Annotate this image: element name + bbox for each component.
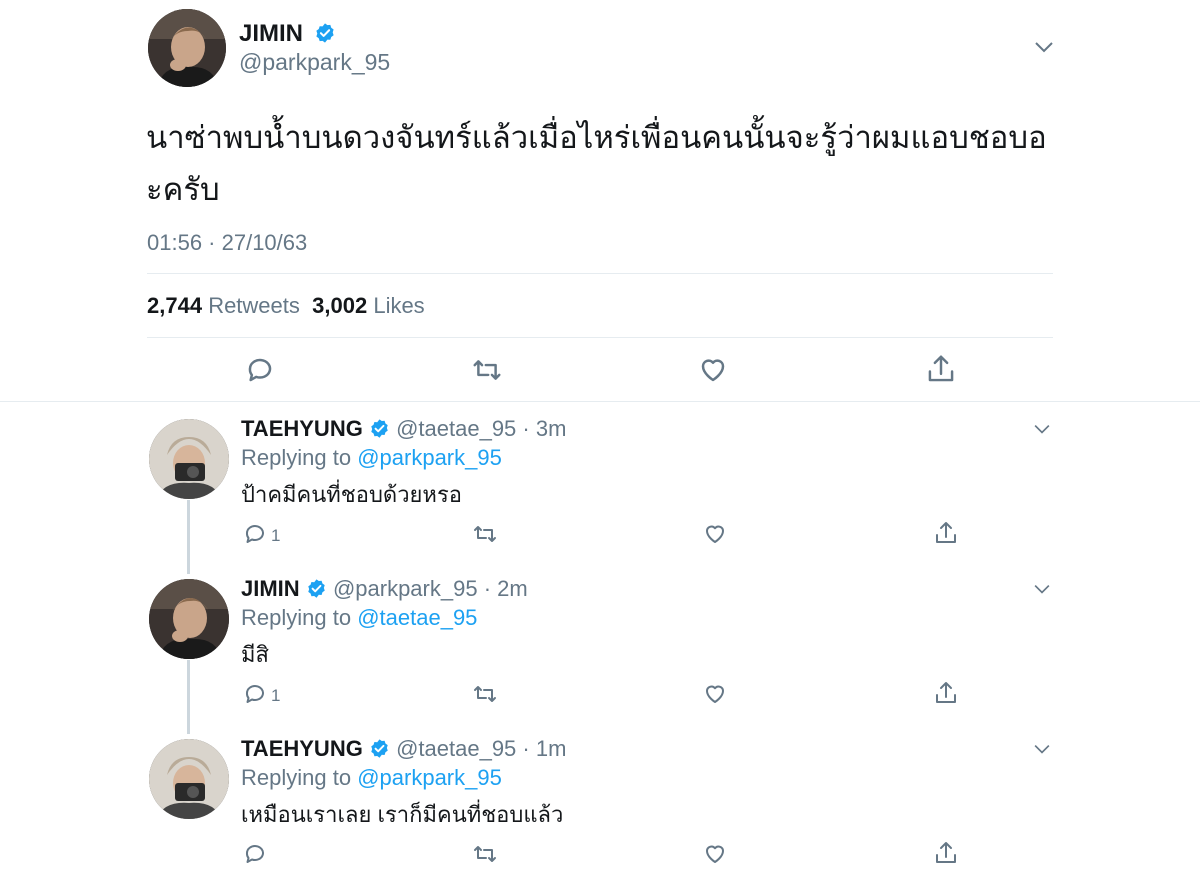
reply-icon [245, 685, 264, 703]
reply-icon [245, 525, 264, 543]
reply-icon [248, 358, 272, 382]
like-button[interactable] [703, 522, 727, 546]
like-icon [701, 359, 725, 382]
timestamp[interactable]: 01:56 · 27/10/63 [147, 228, 307, 258]
divider [147, 337, 1053, 338]
like-button[interactable] [703, 682, 727, 706]
display-name-text[interactable]: JIMIN [239, 20, 303, 47]
avatar[interactable] [149, 579, 229, 659]
avatar[interactable] [149, 739, 229, 819]
retweet-button[interactable] [472, 842, 498, 866]
handle[interactable]: @parkpark_95 [333, 576, 478, 601]
display-name[interactable]: TAEHYUNG [241, 416, 363, 441]
reply-button[interactable] [245, 355, 275, 385]
share-button[interactable] [926, 353, 956, 385]
reply-text: เหมือนเราเลย เราก็มีคนที่ชอบแล้ว [241, 802, 564, 827]
handle[interactable]: @parkpark_95 [239, 48, 390, 76]
share-button[interactable] [934, 840, 958, 866]
replying-to-link[interactable]: @parkpark_95 [357, 765, 502, 790]
tweet-stats: 2,744 Retweets 3,002 Likes [147, 291, 425, 321]
handle[interactable]: @taetae_95 [396, 736, 516, 761]
retweets-stat[interactable]: 2,744 Retweets [147, 293, 300, 318]
reply-button[interactable] [243, 842, 267, 866]
thread-line [187, 660, 190, 734]
reply-time[interactable]: 3m [536, 416, 567, 441]
like-button[interactable] [698, 355, 728, 385]
reply-button[interactable]: 1 [243, 522, 280, 546]
reply-icon [245, 845, 264, 863]
retweet-button[interactable] [471, 355, 503, 385]
chevron-down-icon[interactable] [1032, 583, 1052, 595]
like-button[interactable] [703, 842, 727, 866]
reply-header: TAEHYUNG @taetae_95 · 1m [241, 735, 566, 763]
likes-stat[interactable]: 3,002 Likes [312, 293, 425, 318]
replying-label: Replying to [241, 765, 352, 790]
reply-button[interactable]: 1 [243, 682, 280, 706]
display-name[interactable]: JIMIN [239, 20, 336, 48]
retweet-button[interactable] [472, 522, 498, 546]
share-icon [936, 682, 956, 703]
retweet-icon [474, 526, 496, 542]
share-button[interactable] [934, 680, 958, 706]
display-name[interactable]: JIMIN [241, 576, 300, 601]
reply-count: 1 [271, 686, 281, 705]
reply-text: มีสิ [241, 642, 269, 667]
avatar-photo [149, 739, 229, 819]
verified-badge-icon [316, 23, 334, 43]
reply-count: 1 [271, 526, 281, 545]
reply-header: TAEHYUNG @taetae_95 · 3m [241, 415, 566, 443]
replying-label: Replying to [241, 445, 352, 470]
display-name[interactable]: TAEHYUNG [241, 736, 363, 761]
retweets-count: 2,744 [147, 293, 203, 318]
like-icon [706, 685, 724, 703]
avatar-photo [148, 9, 226, 87]
handle[interactable]: @taetae_95 [396, 416, 516, 441]
like-icon [706, 525, 724, 543]
section-divider [0, 401, 1200, 402]
retweet-icon [473, 360, 501, 380]
replying-to-link[interactable]: @taetae_95 [357, 605, 477, 630]
avatar[interactable] [149, 419, 229, 499]
reply-time[interactable]: 1m [536, 736, 567, 761]
chevron-down-icon[interactable] [1033, 40, 1055, 54]
retweet-icon [474, 846, 496, 862]
avatar-photo [149, 579, 229, 659]
divider [147, 273, 1053, 274]
replying-to: Replying to @taetae_95 [241, 604, 477, 632]
separator-dot: · [477, 576, 498, 601]
chevron-down-icon[interactable] [1032, 743, 1052, 755]
verified-badge-icon [308, 579, 325, 598]
avatar[interactable] [148, 9, 226, 87]
reply-header: JIMIN @parkpark_95 · 2m [241, 575, 528, 603]
avatar-photo [149, 419, 229, 499]
retweet-icon [474, 686, 496, 702]
reply-time[interactable]: 2m [497, 576, 528, 601]
verified-badge-icon [371, 419, 388, 438]
share-button[interactable] [934, 520, 958, 546]
verified-badge-icon [371, 739, 388, 758]
reply-text: ป้าคมีคนที่ชอบด้วยหรอ [241, 482, 462, 507]
separator-dot: · [516, 416, 536, 441]
likes-count: 3,002 [312, 293, 368, 318]
likes-label: Likes [373, 293, 425, 318]
share-icon [928, 355, 954, 382]
replying-to: Replying to @parkpark_95 [241, 764, 502, 792]
tweet-text: นาซ่าพบน้ำบนดวงจันทร์แล้วเมื่อไหร่เพื่อน… [146, 120, 1047, 207]
chevron-down-icon[interactable] [1032, 423, 1052, 435]
replying-label: Replying to [241, 605, 352, 630]
thread-line [187, 500, 190, 574]
share-icon [936, 522, 956, 543]
separator-dot: · [516, 736, 536, 761]
retweet-button[interactable] [472, 682, 498, 706]
replying-to: Replying to @parkpark_95 [241, 444, 502, 472]
replying-to-link[interactable]: @parkpark_95 [357, 445, 502, 470]
like-icon [706, 845, 724, 863]
share-icon [936, 842, 956, 863]
retweets-label: Retweets [208, 293, 300, 318]
